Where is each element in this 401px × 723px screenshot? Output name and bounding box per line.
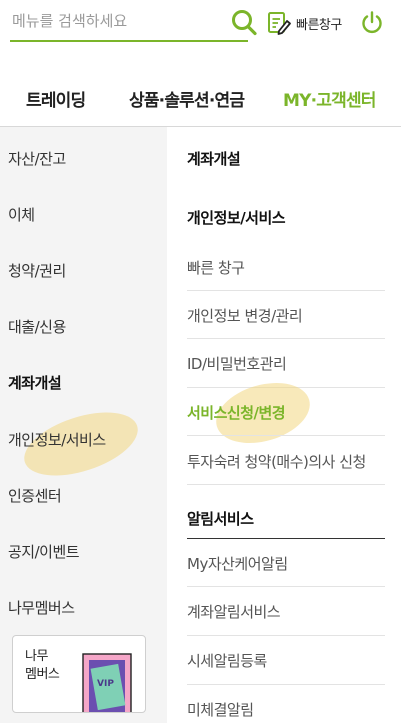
search-icon[interactable] xyxy=(230,8,258,38)
submenu-item-unfilled-alert[interactable]: 미체결알림 xyxy=(187,699,254,720)
main-menu-tabs: 트레이딩 상품·솔루션·연금 MY·고객센터 xyxy=(0,78,401,118)
top-bar: 빠른창구 xyxy=(0,0,401,56)
left-category-menu: 자산/잔고 이체 청약/권리 대출/신용 계좌개설 개인정보/서비스 인증센터 … xyxy=(0,127,167,723)
submenu-item-service-application[interactable]: 서비스신청/변경 xyxy=(187,402,286,423)
divider xyxy=(187,290,385,291)
section-divider xyxy=(187,538,385,539)
left-menu-item-assets[interactable]: 자산/잔고 xyxy=(8,148,66,169)
namu-members-banner[interactable]: 나무 멤버스 VIP xyxy=(12,635,146,713)
left-menu-item-account-opening[interactable]: 계좌개설 xyxy=(8,372,62,393)
search-input[interactable] xyxy=(12,6,202,36)
left-menu-item-notice-event[interactable]: 공지/이벤트 xyxy=(8,541,80,562)
quick-window-label: 빠른창구 xyxy=(296,17,342,33)
divider xyxy=(187,387,385,388)
search-box[interactable] xyxy=(10,4,257,42)
left-menu-item-personal-info[interactable]: 개인정보/서비스 xyxy=(8,429,106,450)
submenu-item-my-asset-care[interactable]: My자산케어알림 xyxy=(187,553,288,574)
submenu-item-price-alert[interactable]: 시세알림등록 xyxy=(187,650,267,671)
power-icon[interactable] xyxy=(360,10,384,34)
banner-text: 나무 멤버스 xyxy=(25,649,60,682)
vip-card-illustration: VIP xyxy=(82,653,132,712)
tab-trading[interactable]: 트레이딩 xyxy=(26,86,86,111)
section-title-account-opening[interactable]: 계좌개설 xyxy=(187,148,241,169)
edit-document-icon xyxy=(268,12,291,35)
left-menu-item-namu-members[interactable]: 나무멤버스 xyxy=(8,597,75,618)
divider xyxy=(187,684,385,685)
section-title-personal-info: 개인정보/서비스 xyxy=(187,209,286,227)
divider xyxy=(187,435,385,436)
submenu-item-quick-window[interactable]: 빠른 창구 xyxy=(187,257,245,278)
tab-products-solutions-pension[interactable]: 상품·솔루션·연금 xyxy=(129,86,245,111)
left-menu-item-transfer[interactable]: 이체 xyxy=(8,204,35,225)
left-menu-item-loan[interactable]: 대출/신용 xyxy=(8,316,66,337)
divider xyxy=(187,484,385,485)
svg-text:VIP: VIP xyxy=(97,679,114,689)
left-menu-item-subscription[interactable]: 청약/권리 xyxy=(8,260,66,281)
submenu-item-personal-info-change[interactable]: 개인정보 변경/관리 xyxy=(187,305,303,326)
divider xyxy=(187,338,385,339)
tab-my-customer-center[interactable]: MY·고객센터 xyxy=(283,86,376,111)
left-menu-item-certification[interactable]: 인증센터 xyxy=(8,485,62,506)
divider xyxy=(187,635,385,636)
divider xyxy=(187,586,385,587)
submenu-item-account-alert[interactable]: 계좌알림서비스 xyxy=(187,601,281,622)
right-submenu: 계좌개설 개인정보/서비스 빠른 창구 개인정보 변경/관리 ID/비밀번호관리… xyxy=(167,127,401,723)
quick-window-button[interactable]: 빠른창구 xyxy=(266,10,342,36)
section-title-alert-service: 알림서비스 xyxy=(187,510,254,528)
submenu-item-investment-deliberation[interactable]: 투자숙려 청약(매수)의사 신청 xyxy=(187,451,366,472)
submenu-item-id-password[interactable]: ID/비밀번호관리 xyxy=(187,353,287,374)
